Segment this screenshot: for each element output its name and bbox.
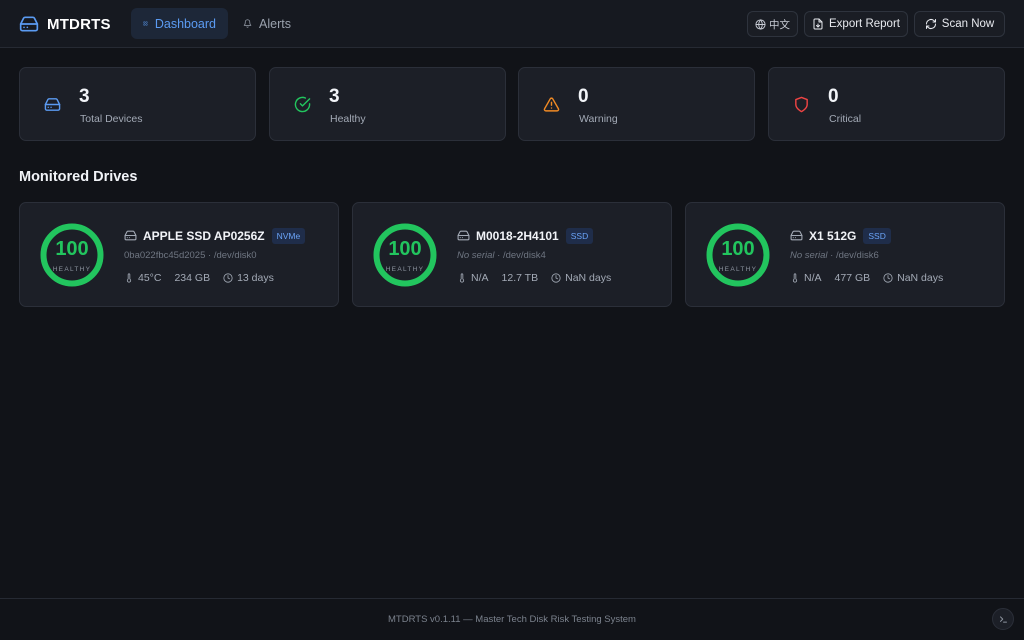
stat-card-critical: 0 Critical (768, 67, 1005, 141)
export-report-label: Export Report (829, 18, 900, 30)
thermometer-icon (126, 273, 132, 283)
drive-header: X1 512G SSD (790, 227, 891, 244)
grid-icon (143, 21, 148, 26)
drive-name: APPLE SSD AP0256Z (143, 228, 265, 243)
tab-alerts-label: Alerts (259, 16, 291, 31)
thermometer-icon (459, 273, 465, 283)
age-metric: 13 days (223, 272, 274, 284)
drive-card[interactable]: 100 HEALTHY X1 512G SSD No serial · /dev… (685, 202, 1005, 307)
drive-icon (790, 230, 803, 241)
drive-name: X1 512G (809, 228, 857, 243)
footer: MTDRTS v0.1.11 — Master Tech Disk Risk T… (0, 598, 1024, 640)
stat-label: Warning (579, 113, 618, 125)
warning-triangle-icon (543, 97, 560, 112)
brand[interactable]: MTDRTS (19, 13, 111, 35)
health-score: 100 (388, 238, 422, 260)
stat-card-warning: 0 Warning (518, 67, 755, 141)
drive-serial: No serial (790, 250, 828, 261)
tab-alerts[interactable]: Alerts (231, 8, 303, 39)
thermometer-icon (792, 273, 798, 283)
temperature-value: N/A (471, 272, 489, 284)
language-label: 中文 (769, 18, 790, 31)
capacity-value: 234 GB (174, 272, 211, 284)
scan-now-button[interactable]: Scan Now (914, 11, 1005, 37)
drive-path: /dev/disk4 (502, 250, 546, 261)
age-metric: NaN days (883, 272, 943, 284)
stat-value: 0 (828, 86, 839, 107)
globe-icon (755, 18, 766, 30)
clock-icon (551, 273, 561, 283)
language-toggle-button[interactable]: 中文 (747, 11, 798, 37)
capacity-value: 12.7 TB (501, 272, 539, 284)
stat-label: Critical (829, 113, 862, 125)
stat-card-total-devices: 3 Total Devices (19, 67, 256, 141)
tab-dashboard-label: Dashboard (154, 16, 216, 31)
health-status-label: HEALTHY (385, 266, 425, 273)
drive-icon (44, 98, 61, 111)
capacity-metric: 234 GB (174, 272, 210, 284)
stat-card-healthy: 3 Healthy (269, 67, 506, 141)
age-value: NaN days (565, 272, 612, 284)
drive-icon (457, 230, 470, 241)
drive-metrics: 45°C 234 GB 13 days (124, 271, 287, 285)
capacity-metric: 12.7 TB (502, 272, 539, 284)
health-status-label: HEALTHY (718, 266, 758, 273)
drive-identifier: No serial · /dev/disk6 (790, 250, 879, 261)
clock-icon (883, 273, 893, 283)
drive-serial: 0ba022fbc45d2025 (124, 250, 206, 261)
health-status-label: HEALTHY (52, 266, 92, 273)
health-score: 100 (55, 238, 89, 260)
drive-identifier: No serial · /dev/disk4 (457, 250, 546, 261)
tab-dashboard[interactable]: Dashboard (131, 8, 228, 39)
terminal-icon (999, 615, 1007, 623)
app-title: MTDRTS (47, 15, 111, 33)
refresh-icon (925, 19, 936, 29)
temperature-metric: 45°C (124, 272, 161, 284)
stat-value: 0 (578, 86, 589, 107)
temperature-metric: N/A (457, 272, 489, 284)
age-metric: NaN days (551, 272, 611, 284)
drive-type-badge: SSD (863, 227, 891, 244)
bell-icon (243, 19, 252, 28)
age-value: 13 days (237, 272, 274, 284)
drive-serial: No serial (457, 250, 495, 261)
capacity-value: 477 GB (834, 272, 871, 284)
drive-header: APPLE SSD AP0256Z NVMe (124, 227, 306, 244)
stat-value: 3 (79, 86, 90, 107)
temperature-metric: N/A (790, 272, 822, 284)
check-circle-icon (294, 96, 311, 113)
clock-icon (223, 273, 233, 283)
stat-value: 3 (329, 86, 340, 107)
drive-metrics: N/A 477 GB NaN days (790, 271, 956, 285)
drive-card[interactable]: 100 HEALTHY APPLE SSD AP0256Z NVMe 0ba02… (19, 202, 339, 307)
temperature-value: N/A (804, 272, 822, 284)
drive-header: M0018-2H4101 SSD (457, 227, 594, 244)
drive-icon (19, 16, 39, 32)
file-download-icon (813, 18, 823, 30)
health-score: 100 (721, 238, 755, 260)
drive-path: /dev/disk0 (213, 250, 257, 261)
age-value: NaN days (897, 272, 944, 284)
section-title: Monitored Drives (19, 169, 138, 185)
drive-name: M0018-2H4101 (476, 228, 559, 243)
export-report-button[interactable]: Export Report (804, 11, 908, 37)
drive-path: /dev/disk6 (835, 250, 879, 261)
drive-metrics: N/A 12.7 TB NaN days (457, 271, 624, 285)
drive-type-badge: SSD (565, 227, 594, 244)
scan-now-label: Scan Now (941, 18, 995, 30)
shield-icon (795, 96, 808, 113)
drive-identifier: 0ba022fbc45d2025 · /dev/disk0 (124, 250, 257, 261)
footer-text: MTDRTS v0.1.11 — Master Tech Disk Risk T… (388, 614, 636, 625)
capacity-metric: 477 GB (835, 272, 871, 284)
temperature-value: 45°C (138, 272, 162, 284)
top-bar: MTDRTS Dashboard Alerts 中文 Export Report (0, 0, 1024, 48)
stat-label: Healthy (330, 113, 366, 125)
terminal-button[interactable] (992, 608, 1014, 630)
drive-type-badge: NVMe (271, 227, 306, 244)
drive-card[interactable]: 100 HEALTHY M0018-2H4101 SSD No serial ·… (352, 202, 672, 307)
drive-icon (124, 230, 137, 241)
stat-label: Total Devices (80, 113, 143, 125)
